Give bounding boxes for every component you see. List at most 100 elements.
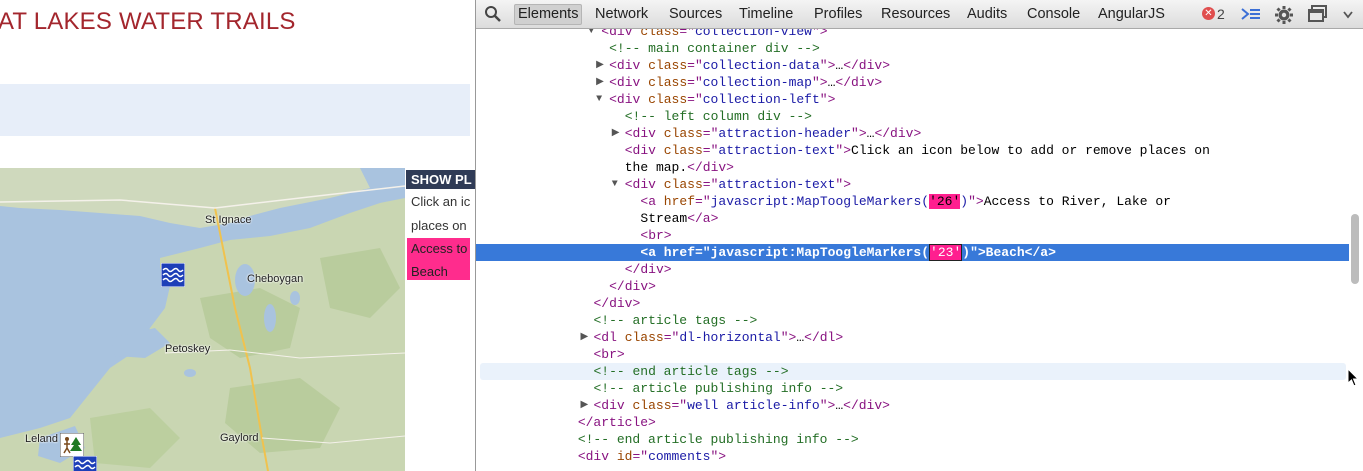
dom-node[interactable]: <!-- left column div -->	[476, 108, 1349, 125]
markup-token: ">	[811, 75, 828, 90]
disclosure-triangle-down-icon[interactable]: ▼	[612, 176, 618, 193]
disclosure-triangle-right-icon[interactable]: ▶	[596, 74, 604, 91]
tab-elements[interactable]: Elements	[514, 4, 583, 25]
markup-token: ">	[710, 449, 727, 464]
tab-sources[interactable]: Sources	[669, 6, 722, 22]
dom-node[interactable]: <!-- main container div -->	[476, 40, 1349, 57]
tab-resources[interactable]: Resources	[881, 6, 950, 22]
markup-token: ="	[679, 29, 695, 39]
markup-token: ="	[702, 143, 719, 158]
elements-dom-tree[interactable]: ▼ <div class="collection-view"> <!-- main …	[476, 29, 1349, 471]
dom-node-markup: <br>	[640, 227, 671, 244]
markup-token: <div	[601, 29, 641, 39]
dom-node[interactable]: </article>	[476, 414, 1349, 431]
dom-node[interactable]: ▼ <div class="attraction-text">	[476, 176, 1349, 193]
dom-node-markup: <div class="well article-info">…</div>	[593, 397, 890, 414]
dom-node[interactable]: ▶ <div class="well article-info">…</div>	[476, 397, 1349, 414]
markup-token: <!-- left column div -->	[624, 109, 812, 124]
search-icon[interactable]	[484, 5, 502, 23]
dom-node[interactable]: ▶ <div class="collection-map">…</div>	[476, 74, 1349, 91]
markup-token: class	[632, 398, 672, 413]
mouse-cursor-icon	[1347, 368, 1360, 387]
markup-token: </div>	[593, 296, 641, 311]
disclosure-triangle-right-icon[interactable]: ▶	[580, 397, 588, 414]
dom-node-markup: </div>	[609, 278, 656, 295]
dom-node-markup: <!-- end article tags -->	[593, 363, 788, 380]
tab-audits[interactable]: Audits	[967, 6, 1007, 22]
markup-token: </div>	[843, 58, 891, 73]
tab-profiles[interactable]: Profiles	[814, 6, 862, 22]
console-drawer-icon[interactable]	[1240, 5, 1262, 23]
beach-link[interactable]: Beach	[411, 264, 471, 279]
attraction-text-line: places on	[411, 218, 467, 233]
markup-token: <!-- main container div -->	[609, 41, 820, 56]
dom-node-markup: the map.</div>	[625, 159, 734, 176]
beach-marker-icon-2[interactable]	[73, 456, 97, 471]
markup-token: <br>	[640, 228, 672, 243]
dom-node[interactable]: ▼ <div class="collection-view">	[476, 29, 1349, 40]
more-chevron-down-icon[interactable]	[1343, 11, 1353, 19]
access-to-water-link[interactable]: Access to	[411, 241, 471, 256]
tab-console[interactable]: Console	[1027, 6, 1080, 22]
dom-node[interactable]: ▶ <div class="collection-data">…</div>	[476, 57, 1349, 74]
markup-token: href	[663, 194, 696, 209]
dom-node[interactable]: </div>	[476, 261, 1349, 278]
dom-node-markup: <div class="collection-map">…</div>	[609, 74, 882, 91]
markup-token: collection-left	[702, 92, 820, 107]
disclosure-triangle-down-icon[interactable]: ▼	[588, 29, 594, 40]
dom-node-markup: <div class="collection-left">	[609, 91, 835, 108]
dom-node-selected[interactable]: <a href="javascript:MapToogleMarkers('23…	[476, 244, 1349, 261]
markup-token: ">	[835, 177, 852, 192]
dom-node[interactable]: <!-- end article publishing info -->	[476, 431, 1349, 448]
dom-node-markup: <div class="collection-data">…</div>	[609, 57, 890, 74]
dom-node[interactable]: Stream</a>	[476, 210, 1349, 227]
dom-node[interactable]: ▶ <div class="attraction-header">…</div>	[476, 125, 1349, 142]
markup-token: collection-data	[702, 58, 820, 73]
markup-token: id	[616, 449, 633, 464]
site-title[interactable]: AT LAKES WATER TRAILS	[0, 8, 296, 36]
campground-marker-icon[interactable]	[60, 433, 84, 457]
markup-token: class	[648, 92, 688, 107]
tab-network[interactable]: Network	[595, 6, 648, 22]
markup-token: ="	[687, 75, 703, 90]
markup-token: class	[640, 29, 680, 39]
dom-node[interactable]: </div>	[476, 278, 1349, 295]
disclosure-triangle-right-icon[interactable]: ▶	[612, 125, 620, 142]
markup-token: <div	[624, 177, 664, 192]
settings-gear-icon[interactable]	[1274, 5, 1294, 25]
dom-node[interactable]: <br>	[476, 346, 1349, 363]
show-places-header: SHOW PL	[406, 170, 475, 189]
disclosure-triangle-down-icon[interactable]: ▼	[596, 91, 602, 108]
tab-angularjs[interactable]: AngularJS	[1098, 6, 1165, 22]
markup-token: class	[624, 330, 664, 345]
beach-marker-icon[interactable]	[161, 263, 185, 287]
dock-icon[interactable]	[1307, 5, 1329, 23]
error-icon[interactable]: ✕	[1202, 7, 1215, 20]
error-count[interactable]: 2	[1217, 6, 1225, 22]
markup-token: Access to River, Lake or	[983, 194, 1171, 209]
dom-node-markup: <div class="attraction-text">Click an ic…	[625, 142, 1210, 159]
markup-token: comments	[648, 449, 711, 464]
markup-token: ">	[819, 58, 836, 73]
map[interactable]: St Ignace Cheboygan Petoskey Leland Gayl…	[0, 168, 405, 471]
dom-node-markup: </div>	[593, 295, 640, 312]
dom-node[interactable]: <!-- article publishing info -->	[476, 380, 1349, 397]
dom-node[interactable]: ▼ <div class="collection-left">	[476, 91, 1349, 108]
dom-node[interactable]: <div class="attraction-text">Click an ic…	[476, 142, 1349, 159]
disclosure-triangle-right-icon[interactable]: ▶	[580, 329, 588, 346]
dom-node[interactable]: ▶ <dl class="dl-horizontal">…</dl>	[476, 329, 1349, 346]
markup-token: </div>	[609, 279, 656, 294]
markup-token: ="	[687, 58, 703, 73]
tab-timeline[interactable]: Timeline	[739, 6, 793, 22]
dom-node[interactable]: <!-- end article tags -->	[480, 363, 1346, 380]
webpage-viewport: AT LAKES WATER TRAILS St Ignace Cheboyga…	[0, 0, 475, 471]
dom-node[interactable]: <br>	[476, 227, 1349, 244]
disclosure-triangle-right-icon[interactable]: ▶	[596, 57, 604, 74]
dom-node[interactable]: <div id="comments">	[476, 448, 1349, 465]
dom-node[interactable]: the map.</div>	[476, 159, 1349, 176]
dom-node[interactable]: <!-- article tags -->	[476, 312, 1349, 329]
markup-token: well article-info	[687, 398, 820, 413]
dom-node[interactable]: <a href="javascript:MapToogleMarkers('26…	[476, 193, 1349, 210]
dom-node[interactable]: </div>	[476, 295, 1349, 312]
scrollbar-thumb[interactable]	[1351, 214, 1359, 284]
